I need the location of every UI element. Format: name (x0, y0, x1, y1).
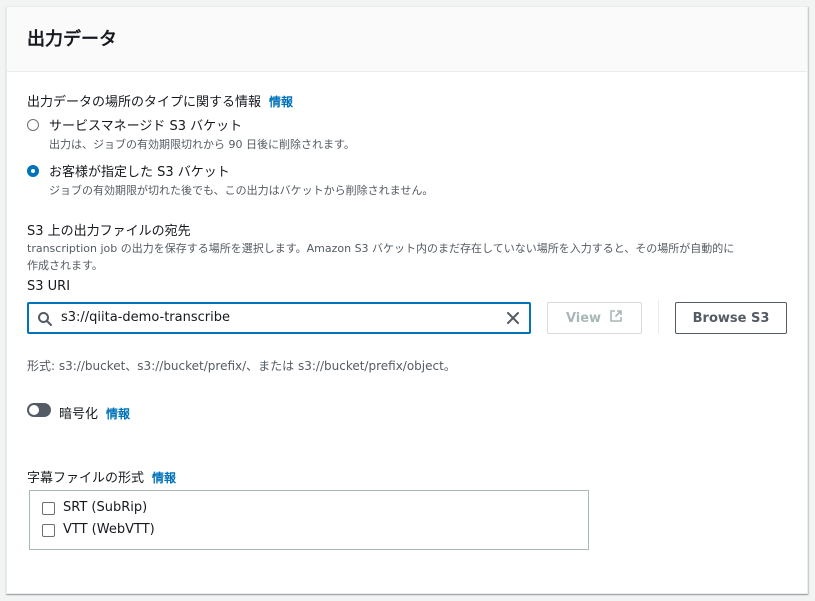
radio-customer-specified-label[interactable]: お客様が指定した S3 バケット (49, 161, 230, 180)
toggle-knob (29, 405, 39, 415)
s3-uri-label: S3 URI (27, 279, 71, 294)
panel-header: 出力データ (7, 7, 807, 72)
encryption-label: 暗号化 (59, 407, 99, 422)
encryption-info-link[interactable]: 情報 (106, 407, 130, 421)
view-button[interactable]: View (547, 302, 642, 334)
destination-description-line1: transcription job の出力を保存する場所を選択します。Amazo… (27, 242, 735, 255)
location-type-label: 出力データの場所のタイプに関する情報 (27, 95, 262, 110)
subtitle-format-label-row: 字幕ファイルの形式 情報 (27, 467, 176, 486)
radio-customer-specified[interactable] (27, 165, 39, 177)
subtitle-info-link[interactable]: 情報 (152, 471, 176, 485)
format-hint: 形式: s3://bucket、s3://bucket/prefix/、または … (27, 359, 456, 373)
checkbox-vtt[interactable] (42, 524, 55, 537)
search-icon (37, 311, 53, 331)
checkbox-vtt-label[interactable]: VTT (WebVTT) (63, 522, 155, 537)
subtitle-format-label: 字幕ファイルの形式 (27, 471, 145, 486)
external-link-icon (609, 309, 623, 327)
destination-description-line2: 作成されます。 (27, 259, 103, 272)
radio-customer-specified-description: ジョブの有効期限が切れた後でも、この出力はバケットから削除されません。 (49, 184, 434, 197)
panel-title: 出力データ (27, 29, 117, 50)
s3-uri-input[interactable]: s3://qiita-demo-transcribe (27, 302, 531, 334)
radio-service-managed-label[interactable]: サービスマネージド S3 バケット (49, 115, 242, 134)
location-info-link[interactable]: 情報 (269, 95, 293, 109)
destination-label: S3 上の出力ファイルの宛先 (27, 224, 191, 239)
radio-service-managed-description: 出力は、ジョブの有効期限切れから 90 日後に削除されます。 (49, 138, 355, 151)
browse-s3-button[interactable]: Browse S3 (675, 302, 787, 334)
subtitle-format-group: SRT (SubRip) VTT (WebVTT) (29, 490, 589, 550)
encryption-toggle[interactable] (27, 403, 51, 417)
encryption-label-row: 暗号化 情報 (59, 403, 130, 422)
checkbox-srt-label[interactable]: SRT (SubRip) (63, 500, 147, 515)
location-type-label-row: 出力データの場所のタイプに関する情報 情報 (27, 91, 293, 110)
output-data-panel: 出力データ 出力データの場所のタイプに関する情報 情報 サービスマネージド S3 … (6, 6, 808, 594)
s3-uri-value[interactable]: s3://qiita-demo-transcribe (61, 310, 230, 325)
radio-service-managed[interactable] (27, 119, 39, 131)
checkbox-srt[interactable] (42, 502, 55, 515)
clear-icon[interactable] (505, 310, 521, 330)
view-button-label: View (565, 310, 602, 326)
button-divider (658, 300, 659, 334)
